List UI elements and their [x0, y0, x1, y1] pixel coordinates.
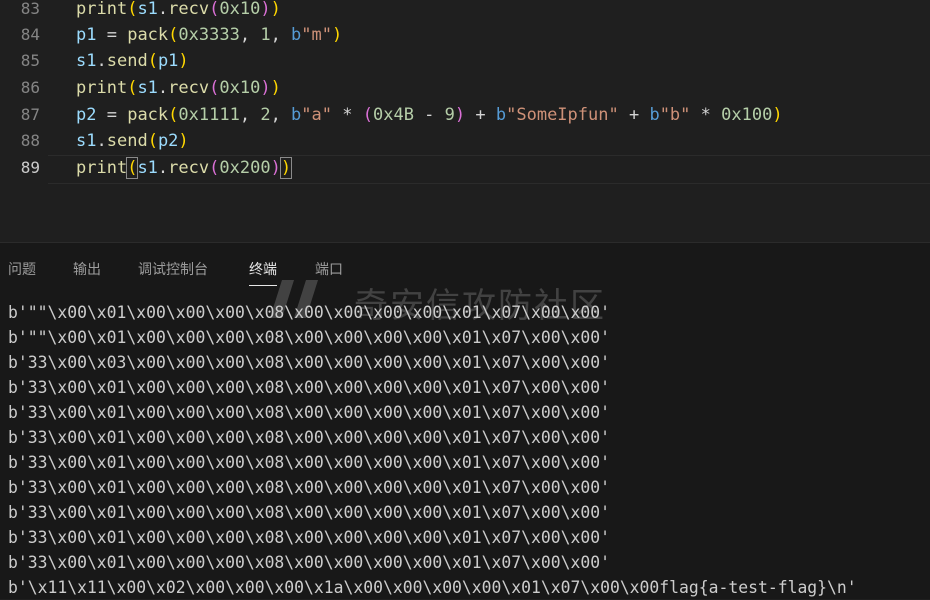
code-line[interactable]: 84 p1 = pack(0x3333, 1, b"m"): [0, 22, 930, 49]
terminal-line: b'33\x00\x01\x00\x00\x00\x08\x00\x00\x00…: [8, 378, 610, 397]
code-text: print(s1.recv(0x200)): [76, 157, 293, 179]
line-number: 88: [20, 131, 40, 150]
code-text: print(s1.recv(0x10)): [76, 0, 281, 19]
terminal-line: b'33\x00\x01\x00\x00\x00\x08\x00\x00\x00…: [8, 553, 610, 572]
code-line[interactable]: 89 print(s1.recv(0x200)): [0, 155, 930, 182]
terminal-output[interactable]: b'""\x00\x01\x00\x00\x00\x08\x00\x00\x00…: [8, 300, 928, 600]
tab-terminal[interactable]: 终端: [249, 259, 277, 286]
code-editor[interactable]: 83 print(s1.recv(0x10)) 84 p1 = pack(0x3333…: [0, 0, 930, 242]
code-text: print(s1.recv(0x10)): [76, 78, 281, 98]
code-line[interactable]: 87 p2 = pack(0x1111, 2, b"a" * (0x4B - 9)…: [0, 102, 930, 129]
line-number: 86: [20, 78, 40, 97]
terminal-line: b'33\x00\x01\x00\x00\x00\x08\x00\x00\x00…: [8, 503, 610, 522]
code-line[interactable]: 88 s1.send(p2): [0, 128, 930, 155]
line-number: 85: [20, 51, 40, 70]
tab-debug-console[interactable]: 调试控制台: [138, 259, 208, 279]
code-text: p2 = pack(0x1111, 2, b"a" * (0x4B - 9) +…: [76, 105, 783, 125]
terminal-line: b'33\x00\x01\x00\x00\x00\x08\x00\x00\x00…: [8, 403, 610, 422]
code-line[interactable]: 83 print(s1.recv(0x10)): [0, 0, 930, 23]
terminal-line: b'33\x00\x01\x00\x00\x00\x08\x00\x00\x00…: [8, 453, 610, 472]
terminal-line: b'33\x00\x03\x00\x00\x00\x08\x00\x00\x00…: [8, 353, 610, 372]
terminal-line: b'""\x00\x01\x00\x00\x00\x08\x00\x00\x00…: [8, 303, 610, 322]
terminal-line: b'""\x00\x01\x00\x00\x00\x08\x00\x00\x00…: [8, 328, 610, 347]
code-line[interactable]: 86 print(s1.recv(0x10)): [0, 75, 930, 102]
line-number: 89: [20, 158, 40, 177]
line-number: 84: [20, 25, 40, 44]
tab-problems[interactable]: 问题: [8, 259, 36, 279]
code-text: s1.send(p2): [76, 131, 189, 151]
code-line[interactable]: 85 s1.send(p1): [0, 48, 930, 75]
terminal-line: b'33\x00\x01\x00\x00\x00\x08\x00\x00\x00…: [8, 428, 610, 447]
code-text: s1.send(p1): [76, 51, 189, 71]
terminal-line: b'33\x00\x01\x00\x00\x00\x08\x00\x00\x00…: [8, 478, 610, 497]
panel-tabs: 问题 输出 调试控制台 终端 端口: [0, 243, 930, 295]
terminal-line: b'\x11\x11\x00\x02\x00\x00\x00\x1a\x00\x…: [8, 578, 857, 597]
terminal-line: b'33\x00\x01\x00\x00\x00\x08\x00\x00\x00…: [8, 528, 610, 547]
tab-ports[interactable]: 端口: [315, 259, 343, 279]
tab-output[interactable]: 输出: [73, 259, 101, 279]
code-text: p1 = pack(0x3333, 1, b"m"): [76, 25, 343, 45]
line-number: 83: [20, 0, 40, 18]
line-number: 87: [20, 105, 40, 124]
